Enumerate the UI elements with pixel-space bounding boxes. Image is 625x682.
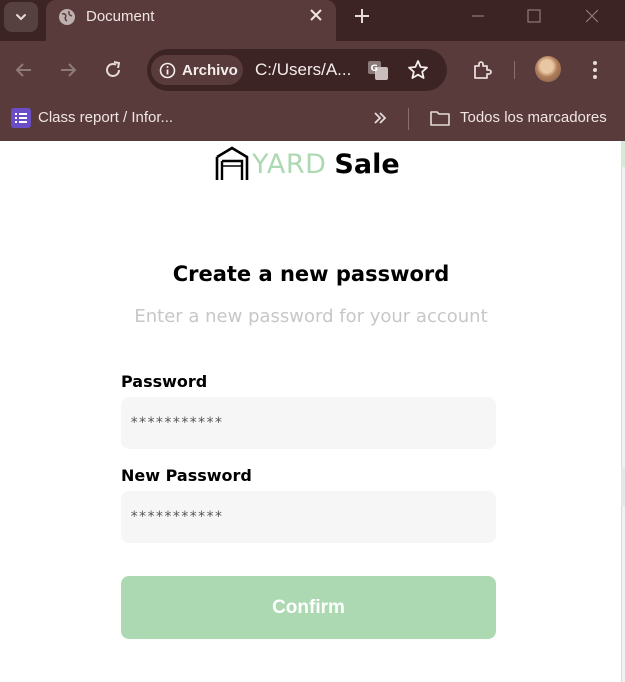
forward-arrow-icon[interactable] [57,59,79,81]
list-icon [11,108,31,128]
toolbar-divider [514,61,515,79]
logo-yard-text: YARD [252,148,327,180]
tab-search-button[interactable] [4,2,38,32]
reload-icon[interactable] [102,59,124,81]
globe-icon [59,9,75,25]
bookmarks-divider [408,108,409,130]
tab-title: Document [86,8,155,25]
password-label: Password [121,372,208,391]
browser-toolbar: Archivo C:/Users/A... G [0,41,625,98]
address-bar[interactable]: Archivo C:/Users/A... G [147,49,447,91]
yard-sale-logo: YARD Sale [214,145,400,183]
browser-tab[interactable]: Document [46,0,336,41]
avatar[interactable] [535,56,561,82]
window-close-icon[interactable] [582,6,602,26]
translate-icon[interactable]: G [367,59,389,81]
background-window-accent [621,141,625,167]
svg-text:G: G [371,64,378,74]
folder-icon [430,111,450,126]
password-field[interactable] [121,397,496,449]
background-window-block [621,468,625,506]
chevron-double-right-icon[interactable] [370,108,390,128]
back-arrow-icon[interactable] [13,59,35,81]
chevron-down-icon [16,14,26,21]
all-bookmarks-button[interactable]: Todos los marcadores [460,109,607,126]
new-password-field[interactable] [121,491,496,543]
confirm-button[interactable]: Confirm [121,576,496,639]
more-vert-icon[interactable] [584,59,606,81]
extensions-icon[interactable] [471,59,493,81]
url-text[interactable]: C:/Users/A... [255,60,351,80]
page-title: Create a new password [172,262,450,286]
minimize-icon[interactable] [468,6,488,26]
new-password-label: New Password [121,466,252,485]
bookmark-star-icon[interactable] [407,59,429,81]
logo-sale-text: Sale [334,148,400,180]
bookmark-class-report[interactable]: Class report / Infor... [38,109,173,126]
close-icon[interactable] [308,7,324,23]
new-tab-icon[interactable] [352,6,372,26]
bookmarks-bar: Class report / Infor... Todos los marcad… [0,98,625,141]
browser-titlebar: Document [0,0,625,41]
page-subtitle: Enter a new password for your account [134,306,488,327]
maximize-icon[interactable] [524,6,544,26]
site-chip-label: Archivo [182,61,238,79]
info-icon [159,62,176,78]
house-logo-icon [215,146,249,180]
site-info-chip[interactable]: Archivo [151,55,243,85]
